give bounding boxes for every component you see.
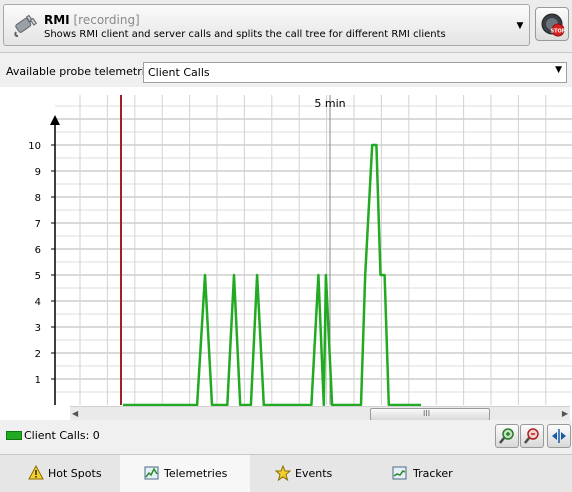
scrollbar-grip: III [423,409,431,418]
tab-label: Hot Spots [48,467,102,480]
plug-icon [12,12,38,38]
stop-recording-button[interactable]: STOP [535,7,569,41]
warning-icon [28,465,44,480]
chart-canvas: 5 min 1 2 3 4 5 6 7 8 9 10 [28,95,572,407]
fit-width-icon [552,429,566,443]
time-marker-label: 5 min [314,97,345,110]
chevron-down-icon: ▼ [555,65,562,75]
y-tick-label: 4 [35,297,41,308]
telemetry-chart[interactable]: 5 min 1 2 3 4 5 6 7 8 9 10 [0,87,572,420]
probe-name: RMI [44,13,70,27]
tab-label: Events [295,467,333,480]
tracker-icon [392,466,407,480]
svg-text:STOP: STOP [551,29,566,35]
probe-selector[interactable]: RMI [recording] Shows RMI client and ser… [3,4,530,46]
y-tick-label: 9 [35,167,41,178]
y-tick-label: 5 [35,271,41,282]
scroll-left-icon[interactable]: ◀ [72,409,78,418]
y-tick-label: 2 [35,349,41,360]
legend-swatch [6,431,22,440]
tab-telemetries[interactable]: Telemetries [120,455,250,492]
legend-row: Client Calls: 0 [0,420,572,450]
y-tick-label: 8 [35,193,41,204]
scroll-right-icon[interactable]: ▶ [562,409,568,418]
zoom-out-icon [524,428,539,444]
fit-width-button[interactable] [547,424,571,448]
star-icon [275,465,291,481]
probe-description: Shows RMI client and server calls and sp… [44,29,446,40]
probe-title: RMI [recording] [44,13,140,27]
zoom-out-button[interactable] [520,424,544,448]
telemetry-icon [144,466,159,480]
tab-label: Tracker [413,467,453,480]
telemetry-select-value: Client Calls [148,66,210,79]
stop-recording-icon: STOP [541,13,566,37]
legend-label: Client Calls: 0 [24,429,100,442]
y-axis-arrow [50,115,60,125]
zoom-in-icon [499,428,514,444]
y-tick-label: 1 [35,375,41,386]
tab-tracker[interactable]: Tracker [370,455,500,492]
tab-label: Telemetries [164,467,228,480]
telemetry-select[interactable]: Client Calls ▼ [143,62,567,83]
probe-status: [recording] [73,13,140,27]
tab-hot-spots[interactable]: Hot Spots [0,455,120,492]
y-tick-label: 10 [28,141,41,152]
chevron-down-icon[interactable]: ▼ [515,21,525,31]
tab-events[interactable]: Events [250,455,370,492]
zoom-in-button[interactable] [495,424,519,448]
y-tick-label: 6 [35,245,41,256]
y-tick-label: 7 [35,219,41,230]
time-scrollbar[interactable]: ◀ III ▶ [70,406,570,421]
view-tabs: Hot Spots Telemetries Events Tracker [0,454,572,492]
y-tick-label: 3 [35,323,41,334]
telemetry-selector-label: Available probe telemetries: [6,65,162,78]
probe-header: RMI [recording] Shows RMI client and ser… [0,0,572,53]
